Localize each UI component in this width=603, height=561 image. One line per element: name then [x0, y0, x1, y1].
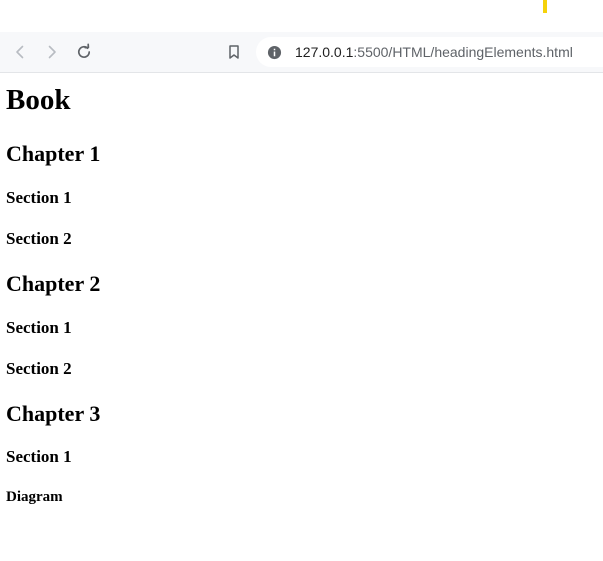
tab-accent-marker	[543, 0, 547, 13]
chapter-heading: Chapter 2	[6, 271, 101, 296]
forward-button[interactable]	[40, 40, 64, 64]
reload-button[interactable]	[72, 40, 96, 64]
page-content: Book Chapter 1 Section 1 Section 2 Chapt…	[0, 73, 603, 561]
site-info-button[interactable]	[266, 44, 282, 60]
url-text[interactable]: 127.0.0.1:5500/HTML/headingElements.html	[295, 37, 573, 67]
section-heading: Section 1	[6, 318, 72, 337]
back-button[interactable]	[8, 40, 32, 64]
url-host: 127.0.0.1	[295, 44, 354, 60]
chapter-heading: Chapter 1	[6, 141, 101, 166]
section-heading: Section 1	[6, 188, 72, 207]
info-icon	[267, 45, 281, 59]
browser-window: 127.0.0.1:5500/HTML/headingElements.html…	[0, 0, 603, 561]
arrow-left-icon	[16, 45, 24, 59]
chapter-heading: Chapter 3	[6, 401, 101, 426]
url-path: :5500/HTML/headingElements.html	[353, 44, 573, 60]
section-heading: Section 1	[6, 447, 72, 466]
arrow-right-icon	[48, 45, 56, 59]
tab-strip	[0, 0, 603, 32]
reload-icon	[78, 43, 91, 58]
browser-toolbar: 127.0.0.1:5500/HTML/headingElements.html	[0, 32, 603, 73]
address-bar[interactable]: 127.0.0.1:5500/HTML/headingElements.html	[256, 37, 603, 67]
page-title: Book	[6, 84, 71, 116]
section-heading: Section 2	[6, 229, 72, 248]
section-heading: Section 2	[6, 359, 72, 378]
bookmark-icon	[229, 45, 239, 59]
diagram-heading: Diagram	[6, 489, 63, 505]
bookmark-button[interactable]	[222, 40, 246, 64]
